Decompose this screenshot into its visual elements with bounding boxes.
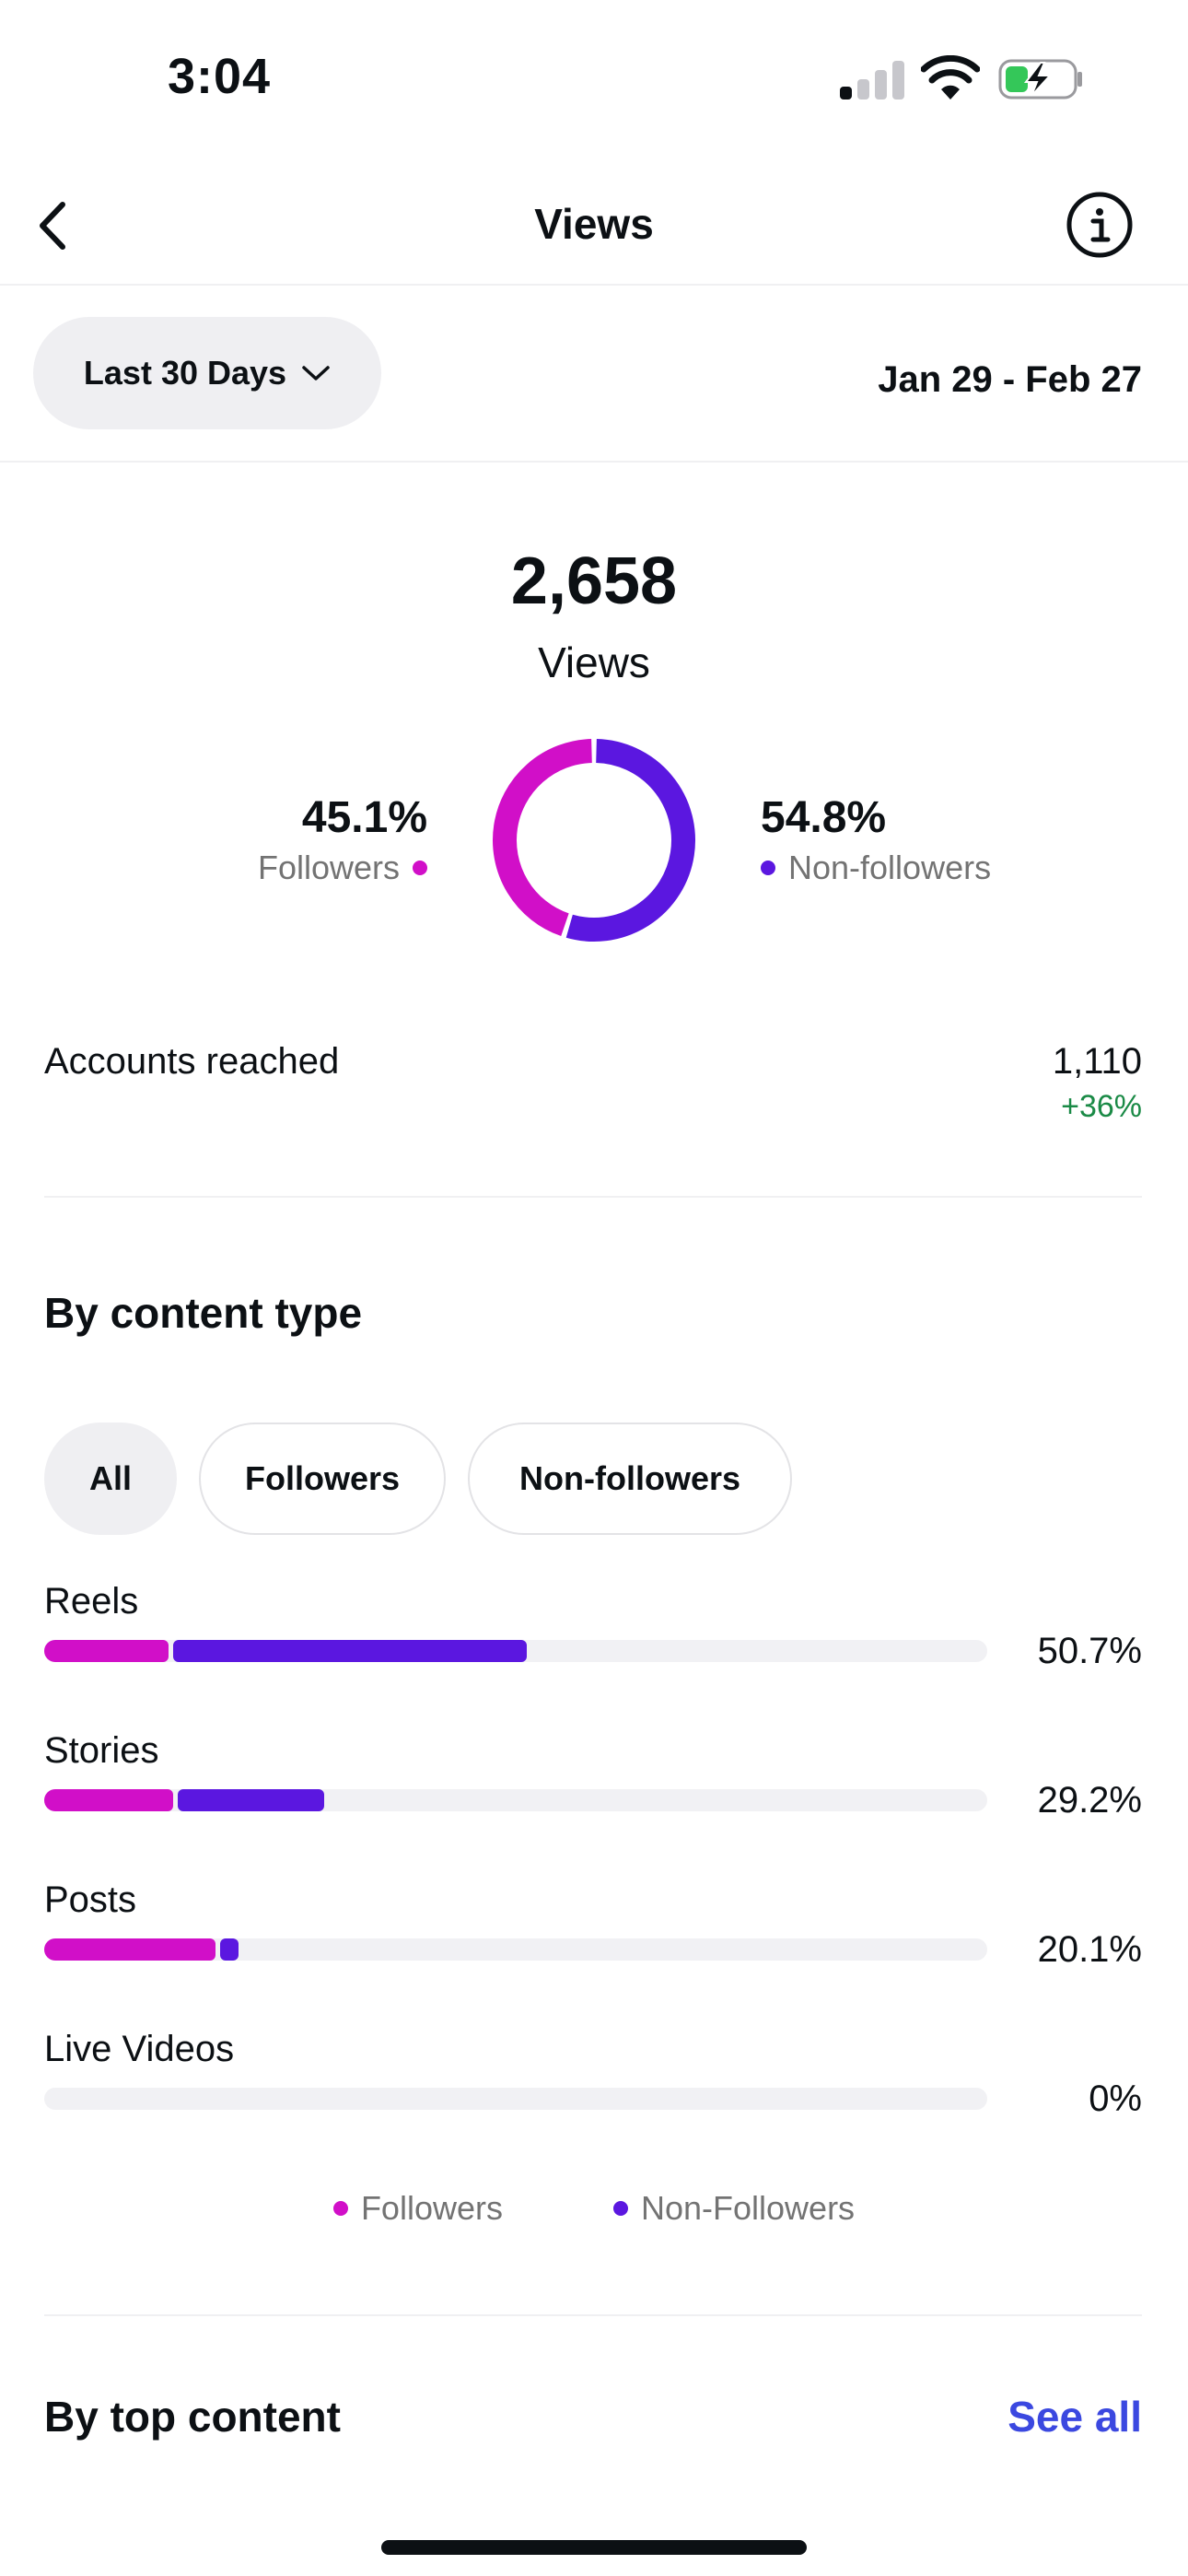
section-divider	[44, 2314, 1142, 2316]
nonfollowers-bar-segment	[178, 1789, 324, 1811]
followers-bar-segment	[44, 1938, 216, 1961]
total-views-value: 2,658	[510, 544, 678, 618]
content-row-posts: Posts 20.1%	[44, 1879, 1142, 2027]
views-donut-chart	[493, 739, 695, 942]
donut-followers-segment	[493, 739, 593, 937]
chip-followers[interactable]: Followers	[199, 1423, 446, 1535]
content-bar-track	[44, 1640, 987, 1662]
date-range-dropdown[interactable]: Last 30 Days	[33, 317, 381, 429]
top-content-section-title: By top content	[44, 2393, 341, 2441]
legend-nonfollowers-label: Non-Followers	[640, 2189, 856, 2227]
audience-filter-chips: All Followers Non-followers	[44, 1423, 792, 1535]
content-row-stories: Stories 29.2%	[44, 1730, 1142, 1878]
followers-dot-icon	[332, 2201, 348, 2216]
page-title: Views	[534, 200, 654, 248]
followers-bar-segment	[44, 1640, 169, 1662]
content-bar-track	[44, 1789, 987, 1811]
content-row-label: Posts	[44, 1879, 137, 1920]
followers-split-label: Followers	[257, 849, 400, 886]
content-type-section-title: By content type	[44, 1289, 363, 1337]
nonfollowers-dot-icon	[612, 2201, 628, 2216]
legend-followers-label: Followers	[360, 2189, 503, 2227]
content-bar-track	[44, 1938, 987, 1961]
legend-nonfollowers: Non-Followers	[612, 2189, 856, 2228]
followers-bar-segment	[44, 1789, 174, 1811]
status-bar: 3:04	[0, 0, 1188, 157]
content-row-live-videos: Live Videos 0%	[44, 2029, 1142, 2176]
status-time: 3:04	[168, 49, 272, 104]
date-range-dropdown-label: Last 30 Days	[83, 354, 287, 392]
followers-split: 45.1% Followers	[258, 792, 427, 887]
content-bar-track	[44, 2088, 987, 2110]
chip-all[interactable]: All	[44, 1423, 177, 1535]
legend-followers: Followers	[332, 2189, 503, 2228]
total-views-label: Views	[538, 638, 650, 686]
accounts-reached-value: 1,110	[1052, 1041, 1142, 1082]
chip-non-followers[interactable]: Non-followers	[468, 1423, 792, 1535]
nav-bar: Views	[0, 166, 1188, 286]
nonfollowers-bar-segment	[173, 1640, 528, 1662]
accounts-reached-label: Accounts reached	[44, 1041, 340, 1082]
nonfollowers-percentage: 54.8%	[761, 793, 887, 842]
followers-percentage: 45.1%	[301, 793, 427, 842]
content-row-label: Live Videos	[44, 2029, 235, 2069]
nonfollowers-split: 54.8% Non-followers	[761, 792, 991, 887]
content-row-reels: Reels 50.7%	[44, 1581, 1142, 1728]
chevron-down-icon	[302, 366, 330, 381]
content-row-percentage: 20.1%	[1037, 1929, 1142, 1970]
info-icon[interactable]	[1065, 190, 1135, 260]
accounts-reached-change: +36%	[1061, 1089, 1142, 1124]
date-range-text: Jan 29 - Feb 27	[878, 359, 1142, 400]
nonfollowers-split-label: Non-followers	[788, 849, 992, 886]
home-indicator	[381, 2540, 807, 2555]
followers-dot-icon	[413, 861, 427, 875]
donut-nonfollowers-segment	[565, 739, 695, 942]
content-row-label: Reels	[44, 1581, 139, 1622]
nonfollowers-bar-segment	[220, 1938, 239, 1961]
wifi-icon	[921, 55, 980, 100]
see-all-link[interactable]: See all	[1007, 2392, 1142, 2441]
content-row-label: Stories	[44, 1730, 159, 1771]
content-type-legend: Followers Non-Followers	[0, 2189, 1188, 2228]
battery-charging-icon	[998, 59, 1082, 100]
cellular-signal-icon	[840, 61, 904, 100]
content-row-percentage: 50.7%	[1037, 1631, 1142, 1671]
filter-row: Last 30 Days Jan 29 - Feb 27	[0, 286, 1188, 463]
nonfollowers-dot-icon	[761, 861, 775, 875]
accounts-reached-row[interactable]: Accounts reached 1,110 +36%	[44, 1032, 1142, 1198]
content-row-percentage: 0%	[1089, 2078, 1142, 2119]
content-row-percentage: 29.2%	[1037, 1780, 1142, 1821]
